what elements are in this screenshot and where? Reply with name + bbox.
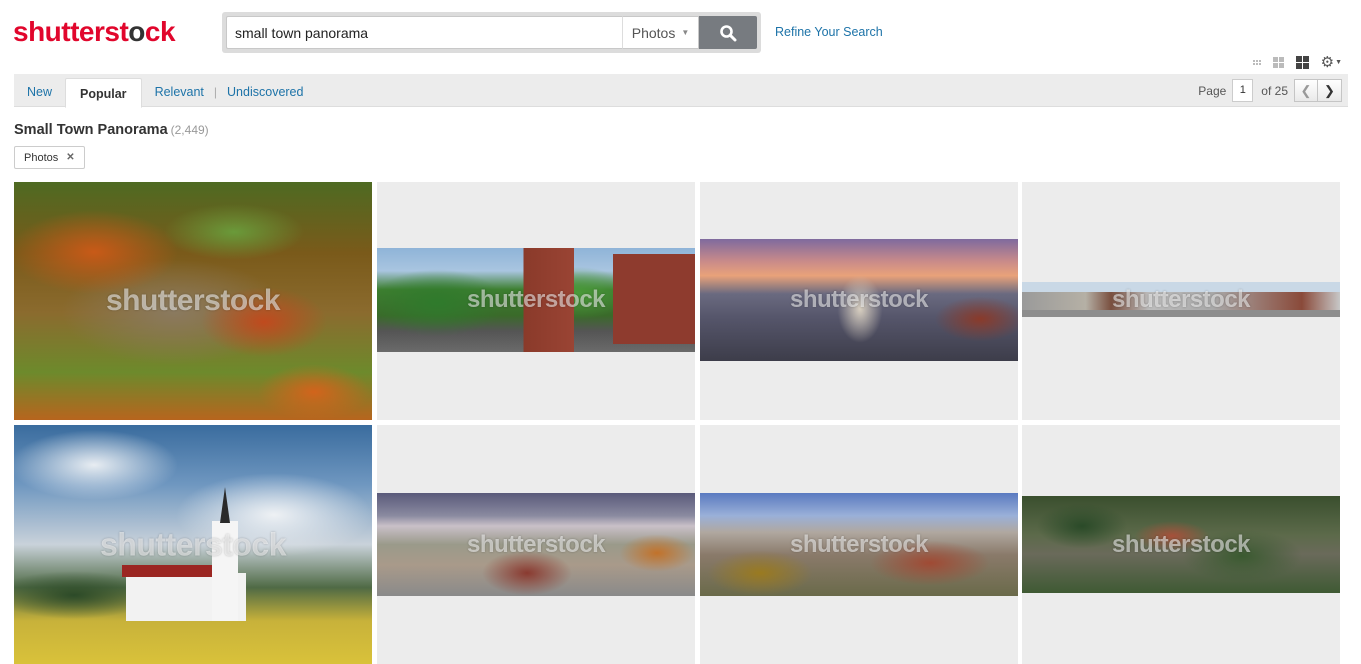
page: shutterstock Photos ▼ Refine Your Search…: [0, 0, 1361, 664]
results-title: Small Town Panorama (2,449): [14, 122, 209, 138]
sort-tabs: New Popular Relevant | Undiscovered: [14, 74, 316, 108]
gear-icon[interactable]: ⚙ ▼: [1321, 53, 1342, 71]
large-grid-icon[interactable]: [1295, 55, 1309, 69]
photo-white-church-field: shutterstock: [14, 425, 372, 664]
refine-search-link[interactable]: Refine Your Search: [775, 25, 883, 39]
page-total: of 25: [1261, 83, 1288, 98]
watermark: shutterstock: [1111, 285, 1251, 313]
page-number-input[interactable]: 1: [1232, 79, 1254, 102]
result-thumbnail[interactable]: shutterstock: [700, 425, 1018, 664]
results-query: Small Town Panorama: [14, 122, 168, 138]
search-icon: [720, 24, 737, 41]
photo-autumn-village-aerial: shutterstock: [14, 182, 372, 420]
tab-relevant[interactable]: Relevant: [142, 74, 214, 107]
watermark: shutterstock: [466, 530, 606, 558]
search-type-label: Photos: [631, 24, 676, 41]
result-thumbnail[interactable]: shutterstock: [14, 425, 372, 664]
results-count: (2,449): [170, 123, 209, 137]
sort-tab-bar: New Popular Relevant | Undiscovered Page…: [14, 74, 1348, 108]
photo-aerial-neighborhood: shutterstock: [1022, 496, 1340, 593]
watermark: shutterstock: [1111, 530, 1251, 558]
watermark: shutterstock: [789, 530, 929, 558]
close-icon[interactable]: ✕: [66, 152, 74, 163]
pagination: Page 1 of 25 ❮ ❯: [1198, 79, 1342, 102]
result-thumbnail[interactable]: shutterstock: [1022, 182, 1340, 420]
chevron-right-icon: ❯: [1324, 82, 1335, 98]
tab-popular[interactable]: Popular: [65, 78, 142, 108]
photo-street-panorama: shutterstock: [1022, 282, 1340, 317]
tab-undiscovered[interactable]: Undiscovered: [217, 74, 316, 107]
result-thumbnail[interactable]: shutterstock: [700, 182, 1018, 420]
search-input[interactable]: [226, 16, 622, 49]
result-thumbnail[interactable]: shutterstock: [1022, 425, 1340, 664]
search-button[interactable]: [699, 16, 757, 49]
result-thumbnail[interactable]: shutterstock: [377, 425, 695, 664]
filter-chip-label: Photos: [24, 151, 59, 164]
page-nav: ❮ ❯: [1294, 79, 1342, 102]
result-thumbnail[interactable]: shutterstock: [14, 182, 372, 420]
result-thumbnail[interactable]: shutterstock: [377, 182, 695, 420]
page-label: Page: [1198, 83, 1227, 98]
small-grid-icon[interactable]: [1252, 59, 1261, 65]
logo-letter-o: o: [128, 16, 145, 47]
watermark: shutterstock: [99, 526, 287, 562]
view-options: ⚙ ▼: [1252, 53, 1342, 71]
next-page-button[interactable]: ❯: [1318, 79, 1342, 102]
search-bar: Photos ▼: [222, 12, 761, 53]
medium-grid-icon[interactable]: [1272, 56, 1284, 68]
photo-town-overview: shutterstock: [700, 493, 1018, 596]
search-type-dropdown[interactable]: Photos ▼: [622, 16, 699, 49]
watermark: shutterstock: [789, 286, 929, 313]
filter-chip-photos[interactable]: Photos ✕: [14, 146, 85, 169]
watermark: shutterstock: [466, 286, 606, 313]
photo-town-storefronts: shutterstock: [377, 493, 695, 596]
tab-new[interactable]: New: [14, 74, 65, 107]
photo-courthouse-dusk: shutterstock: [700, 239, 1018, 361]
photo-main-street-trees: shutterstock: [377, 248, 695, 352]
shutterstock-logo[interactable]: shutterstock: [13, 15, 176, 49]
chevron-left-icon: ❮: [1300, 82, 1312, 98]
prev-page-button[interactable]: ❮: [1294, 79, 1318, 102]
caret-down-icon: ▼: [681, 28, 690, 37]
watermark: shutterstock: [105, 284, 281, 317]
